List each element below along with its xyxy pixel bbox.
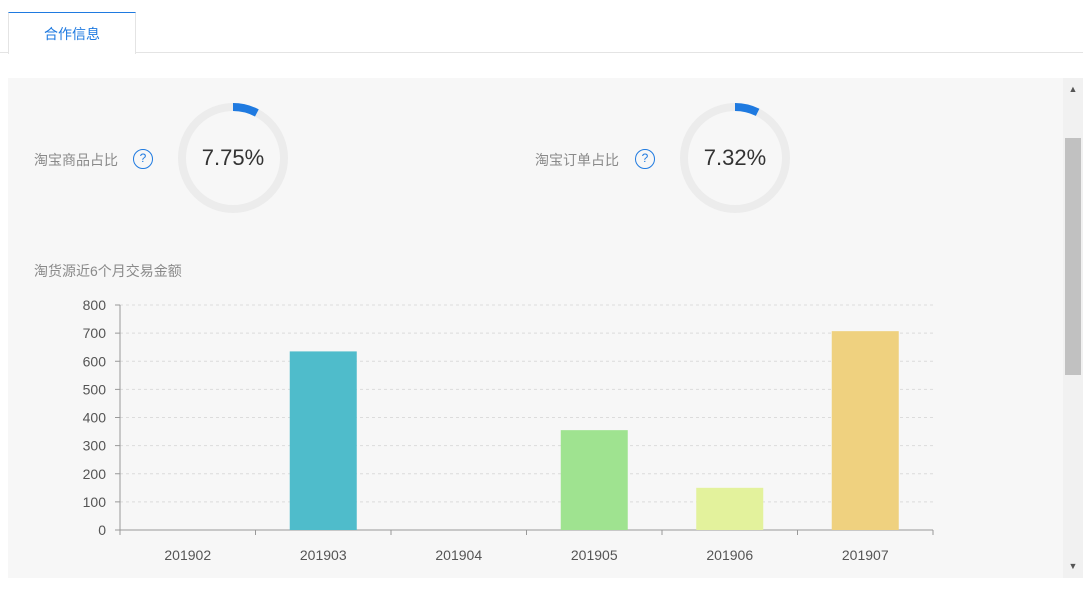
y-tick-label: 700 (83, 325, 107, 341)
x-tick-label: 201904 (435, 547, 482, 563)
bar-201905 (560, 430, 628, 530)
bar-201906 (696, 487, 764, 530)
vertical-scrollbar[interactable]: ▲ ▼ (1063, 78, 1083, 578)
tab-bar: 合作信息 (0, 0, 1083, 54)
y-tick-label: 600 (83, 353, 107, 369)
bar-chart: 0 100 200 300 400 500 600 700 800 201902 201903 201… (83, 297, 934, 563)
content-panel: 淘宝商品占比 ? 7.75% 淘宝订单占比 ? 7.32% 淘货源近6个月交易金… (8, 78, 1063, 578)
x-tick-label: 201906 (706, 547, 753, 563)
y-tick-label: 200 (83, 466, 107, 482)
y-tick-label: 500 (83, 381, 107, 397)
x-tick-label: 201907 (842, 547, 889, 563)
y-tick-label: 0 (98, 522, 106, 538)
scroll-up-icon[interactable]: ▲ (1063, 79, 1083, 99)
y-tick-label: 800 (83, 297, 107, 313)
bar-201907 (831, 331, 899, 530)
y-tick-label: 100 (83, 494, 107, 510)
x-tick-label: 201905 (571, 547, 618, 563)
x-tick-label: 201902 (164, 547, 211, 563)
scroll-down-icon[interactable]: ▼ (1063, 556, 1083, 576)
scroll-thumb[interactable] (1065, 138, 1081, 375)
tab-cooperation-info[interactable]: 合作信息 (8, 12, 136, 54)
x-tick-label: 201903 (300, 547, 347, 563)
bar-201903 (289, 351, 357, 530)
y-tick-label: 300 (83, 438, 107, 454)
y-tick-label: 400 (83, 410, 107, 426)
